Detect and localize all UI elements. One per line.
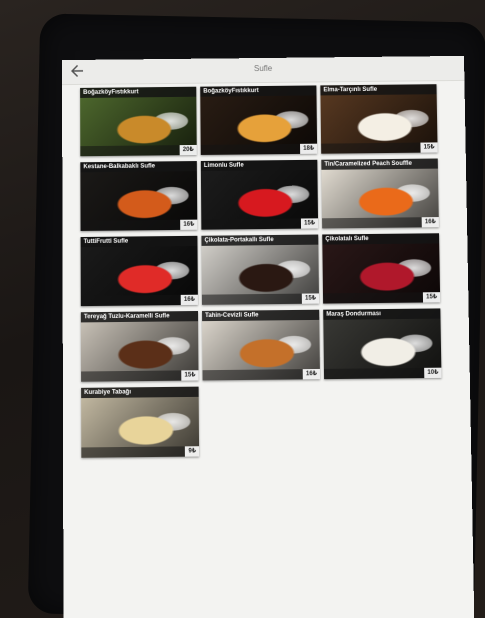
- product-price: 16₺: [421, 217, 439, 228]
- product-name: TuttiFrutti Sufle: [80, 235, 198, 248]
- product-name: Çikolatalı Sufle: [322, 233, 440, 245]
- product-tile[interactable]: Çikolata-Portakallı Sufle 15₺: [201, 234, 320, 305]
- product-tile[interactable]: Tereyağ Tuzlu-Karamelli Sufle 15₺: [80, 310, 199, 382]
- product-name: Limonlu Sufle: [200, 159, 318, 172]
- product-price: 9₺: [185, 446, 200, 457]
- product-name: Tin/Caramelized Peach Souffle: [321, 158, 438, 170]
- product-name: BoğazköyFıstıkkurt: [200, 85, 317, 97]
- product-tile[interactable]: TuttiFrutti Sufle 16₺: [80, 235, 198, 307]
- product-tile[interactable]: Kestane-Balkabaklı Sufle 16₺: [80, 161, 198, 231]
- product-name: Çikolata-Portakallı Sufle: [201, 234, 319, 246]
- product-price: 16₺: [302, 368, 321, 380]
- product-name: Tahin-Cevizli Sufle: [202, 309, 320, 322]
- product-price: 15₺: [181, 370, 199, 381]
- product-name: BoğazköyFıstıkkurt: [80, 86, 197, 98]
- top-bar: Sufle: [61, 55, 465, 86]
- app-screen: Sufle BoğazköyFıstıkkurt 20₺ BoğazköyFıstı…: [61, 55, 475, 618]
- product-price: 15₺: [301, 218, 319, 229]
- price-strip: [81, 446, 200, 458]
- product-price: 15₺: [423, 292, 441, 303]
- product-price: 10₺: [424, 367, 442, 379]
- product-price: 16₺: [180, 219, 198, 230]
- product-price: 15₺: [420, 142, 438, 153]
- product-tile[interactable]: Tin/Caramelized Peach Souffle 16₺: [321, 158, 439, 229]
- product-grid: BoğazköyFıstıkkurt 20₺ BoğazköyFıstıkkurt 1…: [80, 84, 446, 458]
- product-name: Kestane-Balkabaklı Sufle: [80, 161, 197, 173]
- product-tile[interactable]: Tahin-Cevizli Sufle 16₺: [202, 309, 321, 381]
- page-title: Sufle: [253, 63, 273, 74]
- product-tile[interactable]: Çikolatalı Sufle 15₺: [322, 233, 441, 304]
- product-tile[interactable]: Limonlu Sufle 15₺: [200, 159, 319, 230]
- product-price: 20₺: [179, 144, 197, 156]
- product-tile[interactable]: BoğazköyFıstıkkurt 20₺: [80, 86, 197, 157]
- product-name: Elma-Tarçınlı Sufle: [320, 84, 437, 96]
- product-name: Maraş Dondurması: [323, 308, 441, 320]
- product-tile[interactable]: Kurabiye Tabağı 9₺: [81, 386, 200, 458]
- product-name: Tereyağ Tuzlu-Karamelli Sufle: [80, 310, 199, 323]
- product-price: 15₺: [301, 293, 320, 304]
- product-price: 18₺: [300, 143, 318, 154]
- product-tile[interactable]: BoğazköyFıstıkkurt 18₺: [200, 85, 318, 155]
- product-tile[interactable]: Elma-Tarçınlı Sufle 15₺: [320, 84, 438, 154]
- product-name: Kurabiye Tabağı: [81, 386, 199, 399]
- product-tile[interactable]: Maraş Dondurması 10₺: [323, 308, 442, 380]
- product-price: 16₺: [180, 294, 198, 306]
